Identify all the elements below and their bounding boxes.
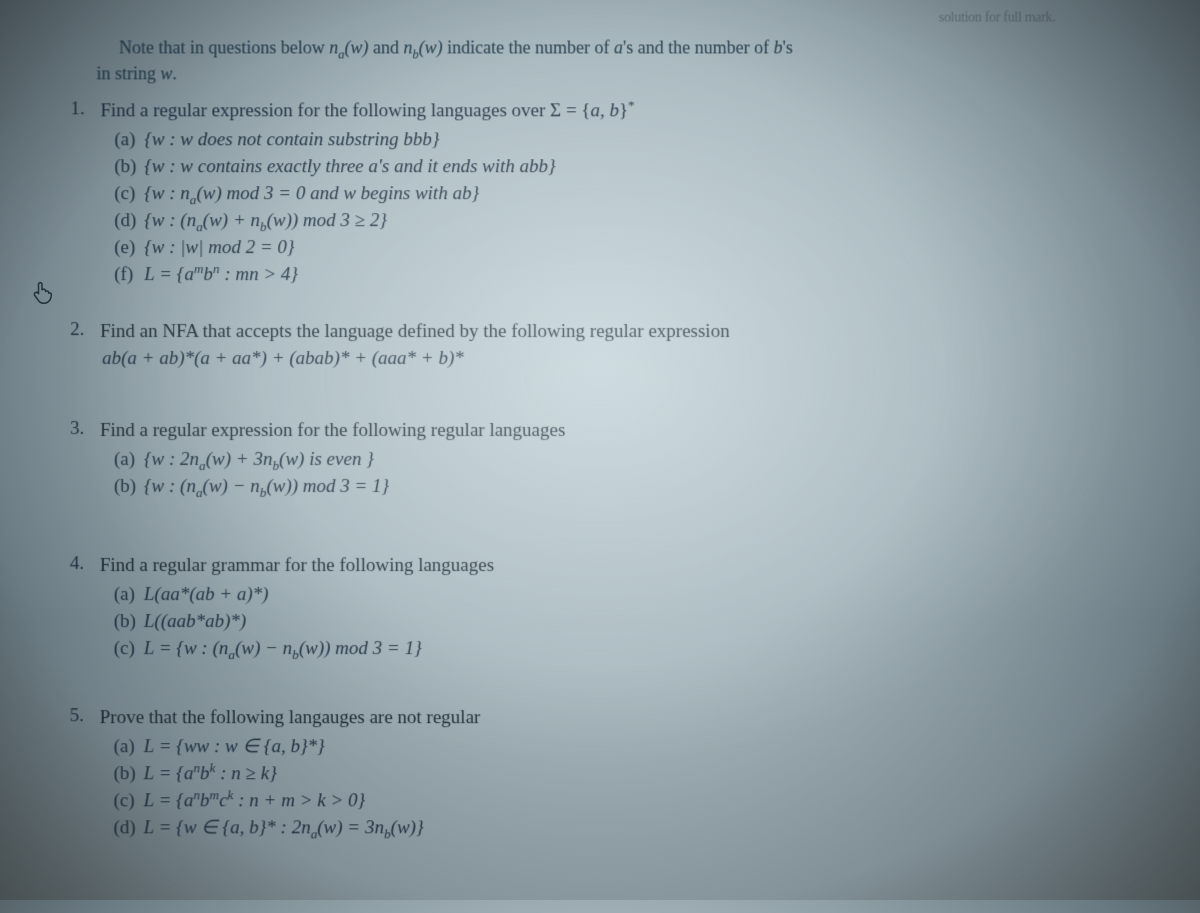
q5-prompt: Prove that the following langauges are n… bbox=[100, 705, 1147, 732]
q4b: L((aab*ab)*) bbox=[114, 609, 1146, 636]
q1-prompt: Find a regular expression for the follow… bbox=[100, 99, 1145, 126]
q1f: L = {ambn : mn > 4} bbox=[114, 262, 1146, 289]
q5a: L = {ww : w ∈ {a, b}*} bbox=[114, 734, 1147, 761]
q5b: L = {anbk : n ≥ k} bbox=[114, 761, 1147, 788]
q3a: {w : 2na(w) + 3nb(w) is even } bbox=[114, 447, 1146, 474]
question-list: Find a regular expression for the follow… bbox=[69, 99, 1146, 842]
q1e: {w : |w| mod 2 = 0} bbox=[114, 235, 1145, 262]
intro-note: Note that in questions below na(w) and n… bbox=[96, 34, 1145, 86]
question-1: Find a regular expression for the follow… bbox=[70, 99, 1146, 290]
q3b: {w : (na(w) − nb(w)) mod 3 = 1} bbox=[114, 474, 1146, 501]
q5c: L = {anbmck : n + m > k > 0} bbox=[114, 788, 1147, 815]
question-4: Find a regular grammar for the following… bbox=[70, 553, 1147, 663]
q1a: {w : w does not contain substring bbb} bbox=[114, 127, 1145, 154]
q4c: L = {w : (na(w) − nb(w)) mod 3 = 1} bbox=[114, 636, 1147, 663]
q5d: L = {w ∈ {a, b}* : 2na(w) = 3nb(w)} bbox=[114, 815, 1147, 842]
question-5: Prove that the following langauges are n… bbox=[69, 705, 1146, 842]
q4-prompt: Find a regular grammar for the following… bbox=[100, 553, 1146, 580]
q4a: L(aa*(ab + a)*) bbox=[114, 582, 1146, 609]
q1d: {w : (na(w) + nb(w)) mod 3 ≥ 2} bbox=[114, 208, 1145, 235]
question-2: Find an NFA that accepts the language de… bbox=[70, 319, 1146, 370]
header-fragment: solution for full mark. bbox=[939, 11, 1056, 27]
q1c: {w : na(w) mod 3 = 0 and w begins with a… bbox=[114, 181, 1145, 208]
document-page: solution for full mark. Note that in que… bbox=[53, 15, 1146, 913]
q2-prompt: Find an NFA that accepts the language de… bbox=[100, 319, 1146, 346]
q2-expression: ab(a + ab)*(a + aa*) + (abab)* + (aaa* +… bbox=[102, 348, 1146, 370]
question-3: Find a regular expression for the follow… bbox=[70, 418, 1146, 501]
q1b: {w : w contains exactly three a's and it… bbox=[114, 154, 1145, 181]
hand-pointer-icon bbox=[28, 278, 56, 306]
q3-prompt: Find a regular expression for the follow… bbox=[100, 418, 1146, 445]
